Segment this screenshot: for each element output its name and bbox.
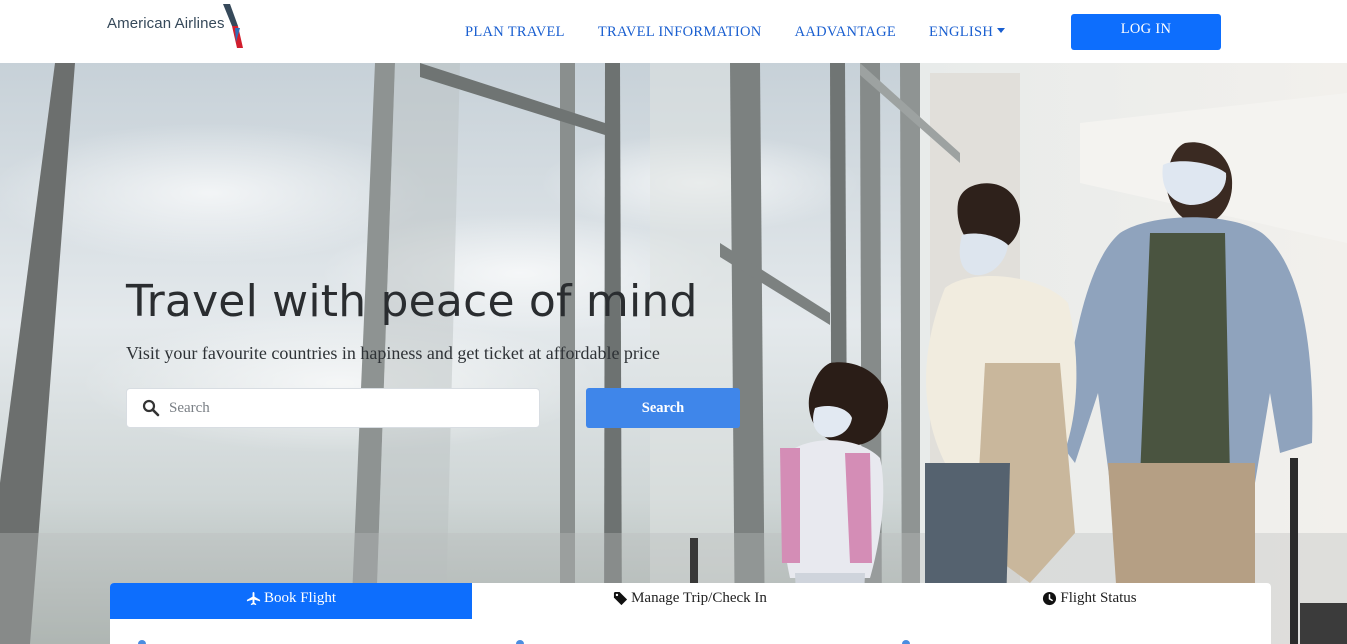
tab-book-flight[interactable]: Book Flight — [110, 583, 472, 619]
search-field[interactable] — [126, 388, 540, 428]
form-field-icon — [516, 640, 524, 644]
language-dropdown[interactable]: ENGLISH — [929, 24, 1006, 41]
nav-plan-travel[interactable]: PLAN TRAVEL — [465, 24, 565, 41]
booking-tabs: Book Flight Manage Trip/Check In Flight … — [110, 583, 1271, 644]
search-button[interactable]: Search — [586, 388, 740, 428]
main-navigation: PLAN TRAVEL TRAVEL INFORMATION AADVANTAG… — [465, 24, 1006, 41]
brand-logo-link[interactable]: American Airlines — [107, 4, 245, 50]
tab-label: Flight Status — [1060, 590, 1137, 606]
plane-icon — [246, 591, 260, 606]
hero-subtitle: Visit your favourite countries in hapine… — [126, 343, 660, 363]
search-icon — [142, 399, 160, 417]
nav-travel-information[interactable]: TRAVEL INFORMATION — [598, 24, 762, 41]
caret-down-icon — [997, 28, 1006, 33]
hero-banner: Travel with peace of mind Visit your fav… — [0, 63, 1347, 644]
tab-label: Manage Trip/Check In — [631, 590, 767, 606]
american-airlines-flight-symbol-icon — [222, 4, 243, 48]
login-button[interactable]: LOG IN — [1071, 14, 1221, 50]
search-input[interactable] — [169, 390, 529, 426]
top-navbar: American Airlines PLAN TRAVEL TRAVEL INF… — [0, 0, 1347, 63]
hero-title: Travel with peace of mind — [126, 276, 698, 327]
tab-flight-status[interactable]: Flight Status — [908, 583, 1271, 619]
nav-aadvantage[interactable]: AADVANTAGE — [795, 24, 896, 41]
tab-label: Book Flight — [263, 590, 337, 606]
tag-icon — [614, 591, 628, 606]
form-field-icon — [138, 640, 146, 644]
tab-manage-trip[interactable]: Manage Trip/Check In — [472, 583, 908, 619]
clock-icon — [1043, 591, 1057, 606]
form-field-icon — [902, 640, 910, 644]
brand-name: American Airlines — [107, 15, 225, 32]
language-label: ENGLISH — [929, 24, 994, 40]
